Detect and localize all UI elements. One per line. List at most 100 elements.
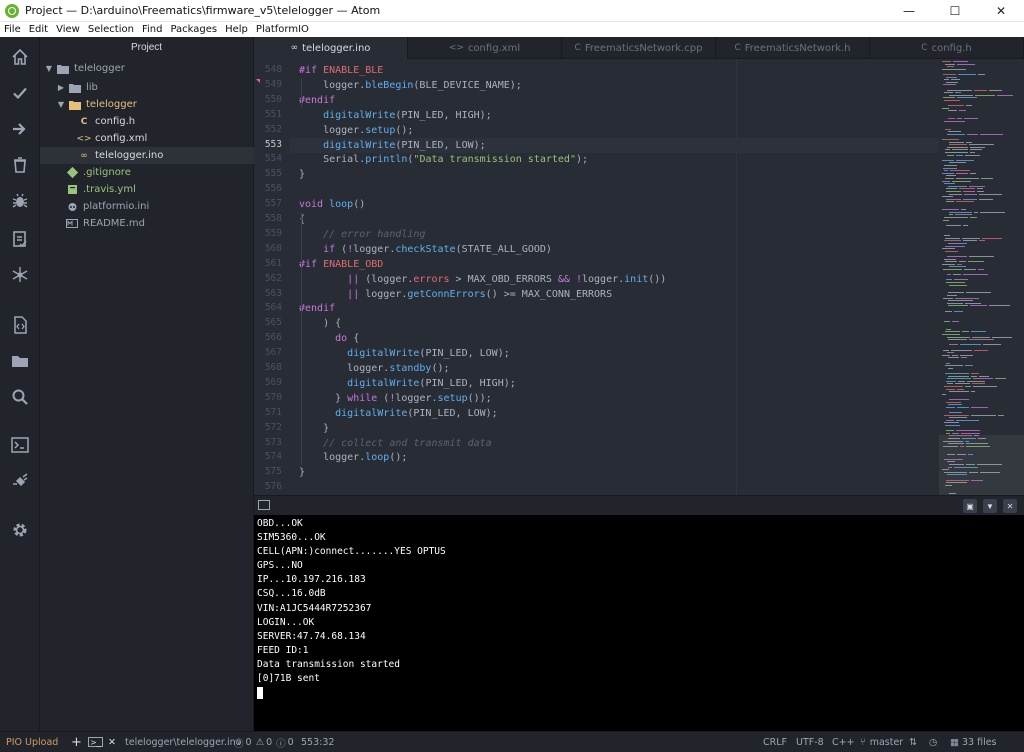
close-button[interactable]: ✕	[978, 0, 1024, 22]
minimap-line	[948, 118, 955, 120]
file-path[interactable]: telelogger\telelogger.ino	[125, 732, 241, 752]
plug-icon[interactable]	[8, 469, 32, 493]
minimap-line	[947, 89, 972, 91]
tab-bar: ∞ telelogger.ino <> config.xml C Freemat…	[254, 37, 1024, 59]
clipboard-check-icon[interactable]	[8, 227, 32, 251]
branch-icon: ⑂	[860, 737, 866, 748]
tree-item-platformio-ini[interactable]: platformio.ini	[40, 198, 254, 215]
search-icon[interactable]	[8, 385, 32, 409]
menu-platformio[interactable]: PlatformIO	[256, 24, 309, 35]
gear-icon[interactable]	[8, 518, 32, 542]
menu-find[interactable]: Find	[142, 24, 163, 35]
c-header-icon: C	[80, 116, 88, 127]
tree-item-readme[interactable]: README.md	[40, 215, 254, 232]
tree-item-lib[interactable]: ▶ lib	[40, 79, 254, 96]
maximize-button[interactable]: ☐	[932, 0, 978, 22]
tab-telelogger-ino[interactable]: ∞ telelogger.ino	[254, 37, 408, 59]
menu-packages[interactable]: Packages	[170, 24, 217, 35]
chevron-down-icon[interactable]: ▼	[983, 499, 997, 513]
terminal-icon[interactable]	[8, 433, 32, 457]
minimap-line	[947, 302, 963, 304]
minimap[interactable]	[939, 59, 1024, 495]
close-terminal-button[interactable]: ✕	[108, 732, 116, 752]
minimap-line	[948, 357, 959, 359]
minimap-line	[971, 331, 986, 333]
check-icon[interactable]	[8, 81, 32, 105]
code-token: ||	[347, 288, 366, 300]
menu-selection[interactable]: Selection	[88, 24, 134, 35]
maximize-panel-icon[interactable]: ▣	[963, 499, 977, 513]
code-line: #endif	[299, 301, 335, 316]
serial-monitor-terminal[interactable]: OBD...OK SIM5360...OK CELL(APN:)connect.…	[254, 515, 1024, 731]
encoding[interactable]: UTF-8	[796, 732, 824, 752]
tab-freematicsnetwork-h[interactable]: C FreematicsNetwork.h	[716, 37, 870, 59]
code-line: }	[299, 421, 329, 436]
code-editor[interactable]: 548 549 550 551 552 553 554 555 556 557 558 559 560 5…	[254, 59, 1024, 495]
minimap-line	[956, 178, 979, 179]
code-token: }	[299, 422, 330, 434]
line-number: 556	[264, 183, 282, 195]
tree-item-travis-yml[interactable]: .travis.yml	[40, 181, 254, 198]
close-icon[interactable]: ✕	[1003, 499, 1017, 513]
minimap-line	[945, 310, 952, 312]
tree-item-config-h[interactable]: C config.h	[40, 113, 254, 130]
tree-header: Project	[130, 41, 163, 53]
tree-item-gitignore[interactable]: .gitignore	[40, 164, 254, 181]
minimap-line	[945, 365, 963, 367]
arrow-right-icon[interactable]	[8, 117, 32, 141]
minimize-button[interactable]: —	[886, 0, 932, 22]
line-number: 551	[264, 108, 282, 120]
code-token: setup	[437, 392, 468, 404]
minimap-line	[967, 380, 985, 382]
tab-freematicsnetwork-cpp[interactable]: C FreematicsNetwork.cpp	[562, 37, 716, 59]
fetch-icon[interactable]: ⇅	[909, 732, 917, 752]
minimap-line	[949, 144, 967, 146]
platformio-toolbar	[0, 37, 40, 731]
code-token: (BLE_DEVICE_NAME);	[413, 79, 522, 91]
bug-icon[interactable]	[8, 189, 32, 213]
file-count[interactable]: ▦ 33 files	[950, 732, 997, 752]
terminal-icon[interactable]	[258, 500, 270, 510]
minimap-line	[948, 443, 964, 445]
terminal-icon[interactable]: >_	[88, 737, 103, 747]
tab-config-h[interactable]: C config.h	[870, 37, 1024, 59]
minimap-line	[948, 305, 968, 307]
minimap-line	[970, 305, 987, 307]
menu-file[interactable]: File	[4, 24, 21, 35]
grammar[interactable]: C++	[832, 732, 855, 752]
network-icon[interactable]	[8, 263, 32, 287]
folder-icon	[69, 82, 81, 94]
clock-icon[interactable]: ◷	[929, 732, 937, 752]
minimap-line	[946, 419, 954, 421]
lint-status[interactable]: ⓧ 0 ⚠ 0 ⓘ 0	[234, 732, 294, 752]
tree-item-telelogger-root[interactable]: ▼ telelogger	[40, 60, 254, 77]
minimap-line	[972, 336, 990, 338]
xml-icon: <>	[76, 133, 92, 144]
minimap-line	[946, 81, 958, 83]
trash-icon[interactable]	[8, 153, 32, 177]
menu-help[interactable]: Help	[225, 24, 248, 35]
tab-config-xml[interactable]: <> config.xml	[408, 37, 562, 59]
tree-item-config-xml[interactable]: <> config.xml	[40, 130, 254, 147]
minimap-line	[944, 321, 950, 322]
tree-item-label: .gitignore	[83, 167, 131, 178]
tree-item-telelogger-folder[interactable]: ▼ telelogger	[40, 96, 254, 113]
folder-icon[interactable]	[8, 349, 32, 373]
minimap-line	[969, 339, 994, 341]
minimap-line	[971, 373, 979, 374]
menu-edit[interactable]: Edit	[29, 24, 48, 35]
cursor-position[interactable]: 553:32	[301, 732, 334, 752]
xml-icon: <>	[448, 43, 464, 53]
minimap-line	[946, 282, 965, 283]
code-file-icon[interactable]	[8, 313, 32, 337]
pio-upload-button[interactable]: PIO Upload	[6, 732, 58, 752]
home-icon[interactable]	[8, 45, 32, 69]
minimap-line	[945, 63, 955, 65]
tree-item-telelogger-ino[interactable]: ∞ telelogger.ino	[40, 147, 254, 164]
menu-view[interactable]: View	[56, 24, 80, 35]
git-branch[interactable]: ⑂ master	[860, 732, 903, 752]
add-terminal-button[interactable]: +	[71, 732, 82, 752]
line-ending[interactable]: CRLF	[763, 732, 787, 752]
minimap-line	[966, 105, 972, 107]
